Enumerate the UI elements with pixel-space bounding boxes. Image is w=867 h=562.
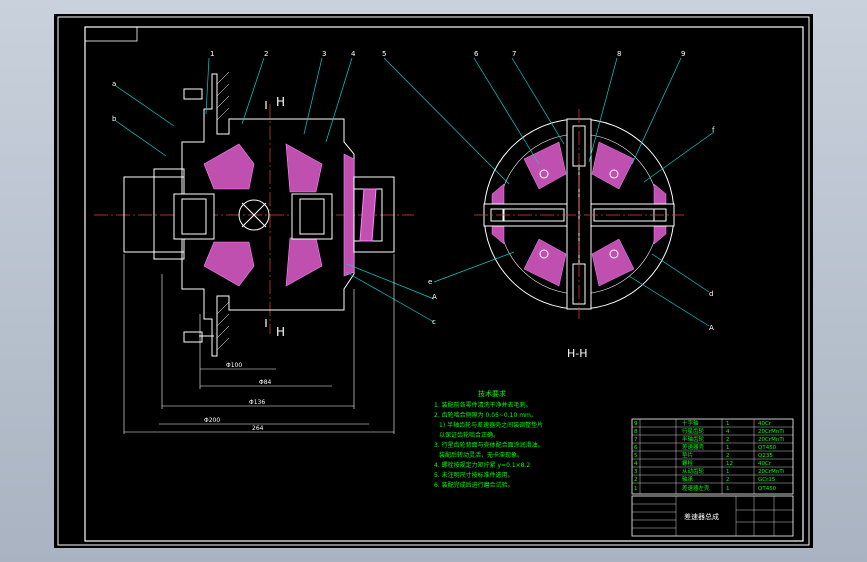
dim-phi136: Φ136	[249, 399, 265, 406]
main-section-view	[94, 71, 414, 357]
part-row-num: 5	[634, 453, 638, 459]
note-line-3: 1) 半轴齿轮与差速器壳之间装调整垫片	[439, 421, 543, 429]
balloon-8: 8	[617, 50, 621, 58]
part-row-num: 9	[634, 421, 638, 427]
note-line-1: 1. 装配前各零件清洗干净并去毛刺。	[434, 401, 532, 409]
dimension-texts: Φ100 Φ84 Φ136 Φ200 264	[204, 362, 272, 432]
note-line-5: 3. 行星齿轮背面与壳体配合面涂润滑油。	[434, 441, 544, 449]
note-line-7: 4. 螺栓按规定力矩拧紧 y=0.1×8.2	[434, 461, 530, 469]
balloon-6: 6	[474, 50, 479, 58]
balloon-f: f	[712, 126, 715, 134]
cad-viewport: 1 2 3 4 5 a b A c H H Φ100 Φ84 Φ136 Φ200…	[0, 0, 867, 562]
section-label-bottom: H	[276, 325, 285, 339]
technical-notes: 技术要求 1. 装配前各零件清洗干净并去毛刺。 2. 齿轮啮合侧隙为 0.05~…	[434, 389, 544, 489]
dimension-lines	[123, 254, 395, 434]
part-row-name: 螺栓	[682, 459, 694, 467]
corner-code-box	[84, 26, 138, 42]
part-row-qty: 4	[726, 429, 730, 435]
dim-264: 264	[252, 425, 264, 432]
drawing-name: 差速器总成	[684, 512, 719, 521]
balloon-4: 4	[351, 50, 356, 58]
balloon-5: 5	[382, 50, 386, 58]
cad-drawing-canvas: 1 2 3 4 5 a b A c H H Φ100 Φ84 Φ136 Φ200…	[57, 16, 810, 546]
part-row-name: 垫片	[682, 451, 693, 459]
part-row-qty: 2	[726, 437, 730, 443]
part-row-qty: 2	[726, 477, 730, 483]
part-row-qty: 1	[726, 421, 730, 427]
part-row-qty: 1	[726, 445, 730, 451]
section-label-top: H	[276, 95, 285, 109]
dim-phi100: Φ100	[226, 362, 242, 369]
part-row-name: 轴承	[682, 475, 694, 483]
side-label-A: A	[432, 293, 437, 301]
part-row-num: 1	[634, 486, 638, 492]
side-label-c: c	[432, 318, 436, 326]
hh-view-title: H-H	[567, 347, 588, 360]
balloon-7: 7	[512, 50, 516, 58]
part-row-qty: 1	[726, 486, 730, 492]
part-row-name: 差速器左壳	[682, 484, 710, 492]
dim-phi200: Φ200	[204, 417, 220, 424]
part-row-material: QT450	[758, 486, 777, 492]
part-row-name: 半轴齿轮	[682, 435, 705, 443]
note-line-2: 2. 齿轮啮合侧隙为 0.05~0.10 mm。	[434, 411, 537, 419]
part-row-name: 差速器壳	[682, 443, 705, 451]
title-block: 9 十字轴 1 40Cr 8 行星齿轮 4 20CrMnTi 7 半轴齿轮 2 …	[631, 418, 794, 537]
part-row-material: 20CrMnTi	[758, 437, 785, 443]
note-line-6: 装配后转动灵活，无卡滞现象。	[439, 451, 523, 459]
part-row-qty: 2	[726, 453, 730, 459]
part-row-material: 40Cr	[758, 461, 772, 467]
part-row-material: 40Cr	[758, 421, 772, 427]
drawing-sheet: 1 2 3 4 5 a b A c H H Φ100 Φ84 Φ136 Φ200…	[54, 14, 813, 548]
part-row-material: Q235	[758, 453, 773, 459]
parts-list: 9 十字轴 1 40Cr 8 行星齿轮 4 20CrMnTi 7 半轴齿轮 2 …	[634, 419, 785, 492]
balloon-2: 2	[264, 50, 268, 58]
part-row-num: 4	[634, 461, 638, 467]
note-line-8: 5. 未注明尺寸按标准件选用。	[434, 471, 514, 479]
balloon-9: 9	[681, 50, 685, 58]
part-row-material: GCr15	[758, 477, 776, 483]
note-line-9: 6. 装配完成后进行磨合试验。	[434, 481, 514, 489]
side-label-b: b	[112, 115, 117, 123]
part-row-name: 行星齿轮	[682, 427, 705, 435]
side-label-d: d	[709, 290, 713, 298]
notes-title: 技术要求	[478, 389, 506, 398]
part-row-qty: 12	[726, 461, 733, 467]
part-row-num: 8	[634, 429, 638, 435]
part-row-num: 2	[634, 477, 638, 483]
side-label-a: a	[112, 80, 116, 88]
part-row-material: 20CrMnTi	[758, 469, 785, 475]
hh-section-view	[474, 109, 684, 319]
note-line-4: 以保证齿轮啮合正确。	[439, 431, 499, 439]
balloon-3: 3	[322, 50, 326, 58]
dim-phi84: Φ84	[259, 379, 272, 386]
balloon-1: 1	[210, 50, 214, 58]
part-row-qty: 1	[726, 469, 730, 475]
part-row-material: QT450	[758, 445, 777, 451]
part-row-name: 十字轴	[682, 419, 699, 427]
left-balloons: 1 2 3 4 5 a b A c	[112, 50, 437, 326]
part-row-material: 20CrMnTi	[758, 429, 785, 435]
part-row-num: 6	[634, 445, 638, 451]
part-row-name: 从动齿轮	[682, 467, 705, 475]
side-label-A2: A	[709, 324, 714, 332]
part-row-num: 3	[634, 469, 638, 475]
side-label-e: e	[428, 278, 432, 286]
part-row-num: 7	[634, 437, 638, 443]
